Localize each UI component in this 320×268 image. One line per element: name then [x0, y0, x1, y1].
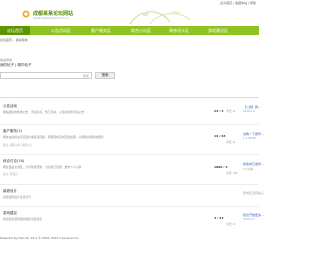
forum-desc: 家居装修设计交流分享	[3, 195, 31, 199]
quick-nav-caption: 快速导航	[0, 58, 13, 62]
forum-stats: 4 / 23	[214, 216, 224, 220]
footer: Powered by Discuz! X3.2 © 2001-2015 Coms…	[0, 236, 80, 240]
forum-last-post[interactable]: 【公告】网...	[243, 105, 261, 109]
logo-icon	[22, 10, 30, 18]
forum-today: 今日: 0	[226, 140, 236, 144]
forum-title[interactable]: 客户服务(3)	[3, 129, 22, 134]
forum-stats: 19 / 63	[214, 134, 226, 138]
search-button[interactable]: 搜索	[95, 72, 115, 79]
breadcrumb-home[interactable]: 论坛首页	[0, 38, 12, 42]
nav-item-customer-service[interactable]: 客户服务区	[80, 26, 122, 35]
forum-last-time: 2015-4-1	[243, 218, 255, 221]
forum-stats: 1806 / 4	[214, 165, 228, 169]
forum-desc: 网友在此提交意见建议或反馈问题，管理员将及时回复处理，以便提供更好的服务	[3, 135, 104, 139]
forum-desc: 网友自由交流区，分享装修经验、讨论热门话题、发布个人心得	[3, 165, 82, 169]
forum-stats: 24 / 3	[214, 109, 224, 113]
forum-last-post[interactable]: 建议开放更多...	[243, 213, 264, 217]
main-nav: 论坛首页 公告活动区 客户服务区 综合讨论区 装修设计区 游戏建议区	[0, 26, 259, 35]
forum-row[interactable]: 游戏建议 欢迎提出游戏相关的建议和意见 4 / 23 今日: 0 建议开放更多.…	[0, 208, 264, 230]
forum-last-post: 暂时还没有帖子	[243, 191, 265, 195]
forum-desc: 网站相关的各类公告、活动信息，热门活动，以及最新的活动公告	[3, 110, 85, 114]
breadcrumb: 论坛首页 » 版块导航	[0, 38, 28, 42]
forum-row[interactable]: 装修设计 家居装修设计交流分享 暂时还没有帖子	[0, 186, 264, 207]
forum-last-post[interactable]: 请教一下账号...	[243, 132, 264, 136]
forum-title[interactable]: 游戏建议	[3, 211, 17, 216]
forum-row[interactable]: 公告活动 网站相关的各类公告、活动信息，热门活动，以及最新的活动公告 24 / …	[0, 100, 261, 125]
breadcrumb-separator: »	[12, 38, 15, 42]
search-input[interactable]: 搜索	[0, 72, 92, 79]
nav-item-discussion[interactable]: 综合讨论区	[122, 26, 160, 35]
nav-item-announcements[interactable]: 公告活动区	[42, 26, 80, 35]
top-links[interactable]: 设为首页 | 收藏本站 | 帮助	[220, 1, 256, 5]
forum-last-time: 4 小时前	[243, 168, 254, 171]
forum-last-post[interactable]: 新版本已发布...	[243, 162, 264, 166]
forum-title[interactable]: 综合讨论(18)	[3, 159, 24, 164]
forum-list: 公告活动 网站相关的各类公告、活动信息，热门活动，以及最新的活动公告 24 / …	[0, 97, 264, 231]
breadcrumb-current: 版块导航	[15, 38, 28, 42]
forum-today: 今日: 0	[226, 222, 236, 226]
my-posts-links[interactable]: 我的帖子 | 精华帖子	[0, 63, 31, 68]
forum-row[interactable]: 客户服务(3) 网友在此提交意见建议或反馈问题，管理员将及时回复处理，以便提供更…	[0, 126, 264, 155]
banner-leaf-icon	[129, 11, 191, 25]
forum-last-time: 2016-1-4	[243, 110, 255, 113]
nav-item-home[interactable]: 论坛首页	[0, 26, 30, 35]
nav-item-decoration[interactable]: 装修设计区	[160, 26, 198, 35]
forum-today: 今日: 18	[226, 171, 237, 175]
site-url: www.example-forum.cn	[33, 16, 69, 20]
search-placeholder: 搜索	[82, 74, 89, 78]
forum-today: 今日: 0	[226, 109, 236, 113]
forum-title[interactable]: 公告活动	[3, 104, 17, 109]
forum-moderators: 版主: 客服小李, 客服小王	[3, 144, 33, 147]
forum-row[interactable]: 综合讨论(18) 网友自由交流区，分享装修经验、讨论热门话题、发布个人心得 版主…	[0, 156, 264, 185]
forum-last-time: 1-1 09:58	[243, 137, 256, 140]
forum-title[interactable]: 装修设计	[3, 189, 17, 194]
nav-item-game[interactable]: 游戏建议区	[198, 26, 238, 35]
forum-desc: 欢迎提出游戏相关的建议和意见	[3, 217, 43, 221]
forum-moderators: 版主: 管理员	[3, 173, 18, 176]
